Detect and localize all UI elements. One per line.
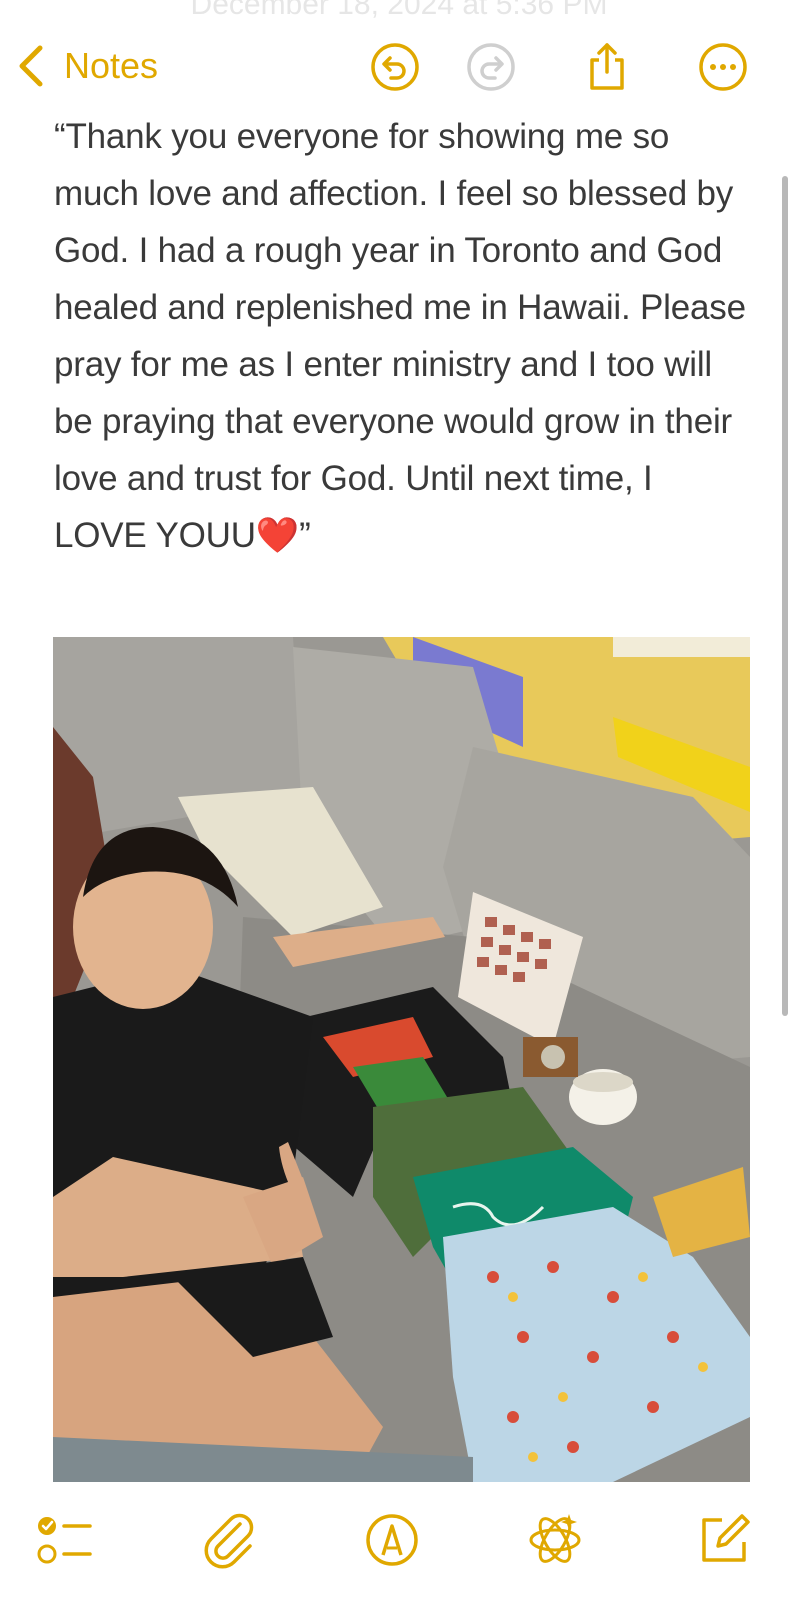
redo-icon <box>467 43 515 91</box>
more-button[interactable] <box>698 42 748 92</box>
notes-screen: December 18, 2024 at 5:36 PM Notes “Than… <box>0 0 798 1600</box>
note-timestamp: December 18, 2024 at 5:36 PM <box>190 0 608 21</box>
markup-icon <box>366 1514 418 1566</box>
checklist-button[interactable] <box>34 1510 94 1570</box>
apple-intelligence-icon <box>529 1514 581 1563</box>
apple-intelligence-button[interactable] <box>525 1510 585 1570</box>
back-button[interactable]: Notes <box>16 42 158 90</box>
note-body[interactable]: “Thank you everyone for showing me so mu… <box>54 108 754 564</box>
checklist-icon <box>37 1517 92 1564</box>
back-label: Notes <box>64 45 159 86</box>
scroll-indicator[interactable] <box>782 176 788 1016</box>
share-button[interactable] <box>582 42 632 92</box>
compose-button[interactable] <box>694 1510 754 1570</box>
compose-icon <box>702 1514 750 1562</box>
attachment-button[interactable] <box>200 1510 260 1570</box>
share-icon <box>590 43 624 90</box>
photo-image <box>53 637 750 1482</box>
note-photo-attachment[interactable] <box>53 637 750 1482</box>
markup-button[interactable] <box>362 1510 422 1570</box>
more-icon <box>699 43 747 91</box>
navigation-bar: Notes <box>0 36 798 96</box>
undo-button[interactable] <box>370 42 420 92</box>
undo-icon <box>371 43 419 91</box>
bottom-toolbar <box>0 1500 798 1600</box>
paperclip-icon <box>204 1513 254 1569</box>
chevron-left-icon <box>19 45 43 87</box>
redo-button[interactable] <box>466 42 516 92</box>
